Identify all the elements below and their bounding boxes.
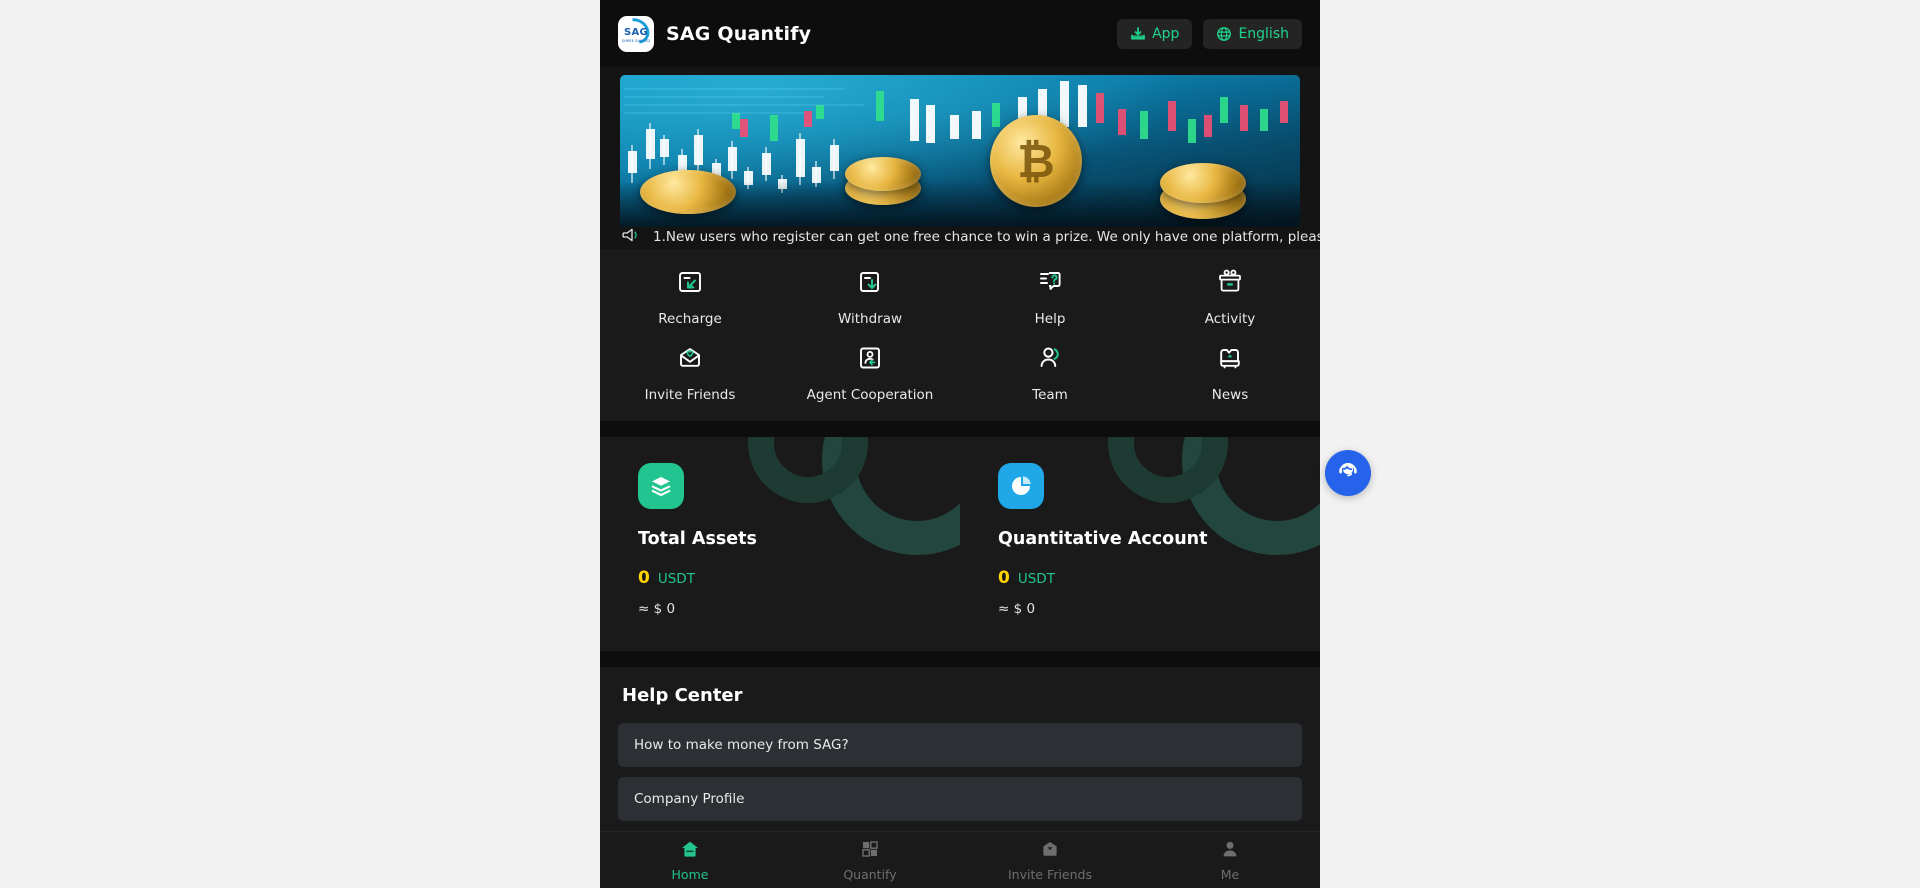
menu-item-label: Team	[1032, 387, 1068, 403]
asset-card-amount-row: 0 USDT	[998, 568, 1298, 588]
menu-item-news[interactable]: News	[1140, 339, 1320, 405]
page-body: ₿ 1.New users who register can get one f…	[600, 67, 1320, 831]
menu-item-label: Withdraw	[837, 311, 903, 327]
tab-quantify[interactable]: Quantify	[780, 839, 960, 882]
headset-agent-icon	[1333, 456, 1363, 490]
notice-text: 1.New users who register can get one fre…	[653, 229, 1320, 245]
quick-menu-grid: Recharge Withdraw Help Activity Invite F…	[600, 249, 1320, 421]
globe-icon	[1216, 26, 1232, 42]
sag-logo-icon: SAG SHREE SAG LTD	[618, 15, 654, 52]
menu-item-label: Recharge	[658, 311, 722, 327]
promo-banner-image[interactable]: ₿	[620, 75, 1300, 227]
envelope-heart-icon	[675, 343, 705, 377]
pie-chart-icon	[998, 463, 1044, 509]
gift-icon	[1215, 267, 1245, 301]
notice-marquee[interactable]: 1.New users who register can get one fre…	[600, 227, 1320, 249]
banner-wrap: ₿	[600, 67, 1320, 227]
agent-icon	[855, 343, 885, 377]
mailbox-icon	[1040, 839, 1060, 863]
asset-card-amount-row: 0 USDT	[638, 568, 938, 588]
section-divider	[600, 651, 1320, 667]
tab-label: Quantify	[843, 866, 897, 882]
menu-item-activity[interactable]: Activity	[1140, 263, 1320, 329]
menu-item-team[interactable]: Team	[960, 339, 1140, 405]
tab-label: Me	[1220, 866, 1240, 882]
menu-item-invite-friends[interactable]: Invite Friends	[600, 339, 780, 405]
layers-icon	[638, 463, 684, 509]
menu-item-label: News	[1211, 387, 1249, 403]
assets-section: Total Assets 0 USDT ≈ $ 0 Quantitative A…	[600, 437, 1320, 651]
language-button-label: English	[1238, 25, 1289, 42]
app-button-label: App	[1152, 25, 1180, 42]
withdraw-icon	[855, 267, 885, 301]
menu-item-label: Help	[1034, 311, 1066, 327]
asset-card-currency: USDT	[657, 571, 695, 587]
megaphone-icon	[622, 227, 641, 247]
home-icon	[680, 839, 700, 863]
menu-item-help[interactable]: Help	[960, 263, 1140, 329]
app-download-button[interactable]: App	[1117, 18, 1193, 49]
tab-label: Home	[671, 866, 709, 882]
header-actions: App English	[1117, 18, 1302, 49]
asset-card-currency: USDT	[1017, 571, 1055, 587]
language-button[interactable]: English	[1203, 18, 1302, 49]
tab-invite-friends[interactable]: Invite Friends	[960, 839, 1140, 882]
app-header: SAG SHREE SAG LTD SAG Quantify App Engli…	[600, 0, 1320, 67]
asset-card-usd-value: ≈ $ 0	[998, 601, 1036, 617]
asset-card-total-assets[interactable]: Total Assets 0 USDT ≈ $ 0	[600, 437, 960, 643]
help-center-title: Help Center	[622, 685, 743, 706]
section-divider	[600, 421, 1320, 437]
asset-card-amount: 0	[638, 568, 650, 588]
brand[interactable]: SAG SHREE SAG LTD SAG Quantify	[618, 15, 812, 52]
help-center-section: Help Center How to make money from SAG? …	[600, 667, 1320, 831]
menu-item-withdraw[interactable]: Withdraw	[780, 263, 960, 329]
tab-label: Invite Friends	[1008, 866, 1092, 882]
tab-me[interactable]: Me	[1140, 839, 1320, 882]
asset-card-usd-value: ≈ $ 0	[638, 601, 676, 617]
bottom-tab-bar: Home Quantify Invite Friends Me	[600, 831, 1320, 888]
help-icon	[1035, 267, 1065, 301]
menu-item-label: Activity	[1204, 311, 1256, 327]
team-icon	[1035, 343, 1065, 377]
screen: SAG SHREE SAG LTD SAG Quantify App Engli…	[0, 0, 1920, 888]
bitcoin-coin-icon: ₿	[990, 115, 1082, 207]
customer-service-button[interactable]	[1325, 450, 1371, 496]
coin-left	[640, 170, 736, 214]
grid-icon	[860, 839, 880, 863]
asset-card-title: Quantitative Account	[998, 529, 1208, 549]
menu-item-agent-cooperation[interactable]: Agent Cooperation	[780, 339, 960, 405]
page-title: SAG Quantify	[666, 22, 812, 45]
coin-right	[1160, 163, 1246, 203]
logo-text: SAG	[623, 27, 649, 38]
logo-subtext: SHREE SAG LTD	[621, 39, 651, 43]
news-icon	[1215, 343, 1245, 377]
tab-home[interactable]: Home	[600, 839, 780, 882]
menu-item-label: Invite Friends	[644, 387, 736, 403]
recharge-icon	[675, 267, 705, 301]
asset-card-amount: 0	[998, 568, 1010, 588]
coin-mid	[845, 157, 921, 191]
menu-item-label: Agent Cooperation	[806, 387, 934, 403]
asset-card-title: Total Assets	[638, 529, 757, 549]
person-icon	[1220, 839, 1240, 863]
asset-card-quantitative-account[interactable]: Quantitative Account 0 USDT ≈ $ 0	[960, 437, 1320, 643]
menu-item-recharge[interactable]: Recharge	[600, 263, 780, 329]
help-center-item[interactable]: Company Profile	[618, 777, 1302, 821]
app-container: SAG SHREE SAG LTD SAG Quantify App Engli…	[600, 0, 1320, 888]
download-icon	[1130, 26, 1146, 42]
help-center-item[interactable]: How to make money from SAG?	[618, 723, 1302, 767]
